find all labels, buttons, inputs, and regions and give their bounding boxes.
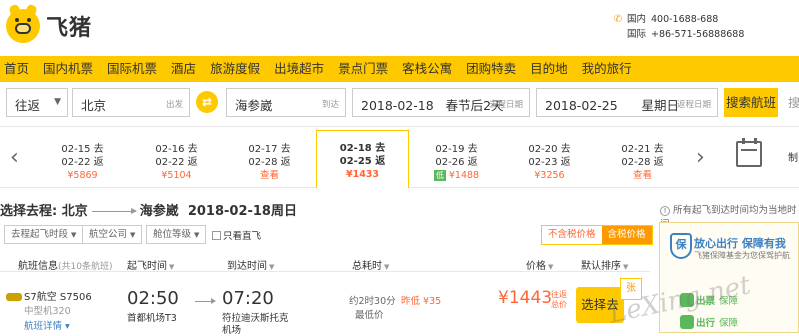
contact-info: ✆ 国内 400-1688-688 国际 +86-571-56888688 xyxy=(612,12,745,42)
domestic-label: 国内 xyxy=(627,14,647,25)
arrow-right-icon xyxy=(195,298,216,304)
pig-logo-icon xyxy=(6,3,40,43)
travel-icon xyxy=(680,315,694,329)
depart-date-field[interactable]: 2018-02-18 春节后2天 去程日期 xyxy=(352,88,530,117)
duration-label: 最低价 xyxy=(355,310,384,321)
price-toggle: 不含税价格 含税价格 xyxy=(541,225,653,245)
nav-item-hotels[interactable]: 酒店 xyxy=(164,56,203,82)
airline-logo-icon xyxy=(6,293,22,301)
date-option[interactable]: 02-20 去 02-23 返 ¥3256 xyxy=(503,133,596,185)
filter-airline[interactable]: 航空公司 ▼ xyxy=(82,225,143,244)
from-city-field[interactable]: 北京 出发 xyxy=(72,88,190,117)
chevron-left-icon[interactable]: ‹ xyxy=(10,145,19,170)
select-outbound-button[interactable]: 选择去程 xyxy=(576,287,624,323)
depart-airport: 首都机场T3 xyxy=(127,313,177,324)
date-option[interactable]: 02-17 去 02-28 返 查看 xyxy=(223,133,316,185)
depart-date-value: 2018-02-18 春节后2天 xyxy=(361,98,504,113)
excl-tax-toggle[interactable]: 不含税价格 xyxy=(542,226,602,244)
depart-time: 02:50 xyxy=(127,288,179,309)
to-city-field[interactable]: 海参崴 到达 xyxy=(226,88,346,117)
col-sort[interactable]: 默认排序 ▼ xyxy=(581,257,628,272)
ad-title: 放心出行 保障有我 xyxy=(694,237,786,250)
table-row: S7航空 S7506 中型机320 航班详情 ▾ 02:50 首都机场T3 07… xyxy=(0,278,650,336)
table-header: 航班信息(共10条航班) 起飞时间 ▼ 到达时间 ▼ 总耗时 ▼ 价格 ▼ 默认排序 ▼ xyxy=(0,254,650,272)
more-link[interactable]: 搜 xyxy=(788,94,799,111)
col-info: 航班信息(共10条航班) xyxy=(18,261,113,272)
calendar-label[interactable]: 制 xyxy=(788,149,798,164)
aircraft: 中型机320 xyxy=(24,306,71,317)
nav-item-domestic-flights[interactable]: 国内机票 xyxy=(36,56,100,82)
chevron-down-icon: ▼ xyxy=(71,231,77,239)
nav-item-outbound[interactable]: 出境超市 xyxy=(267,56,331,82)
from-city-value: 北京 xyxy=(81,98,107,113)
route-heading: 选择去程: 北京 海参崴 2018-02-18周日 xyxy=(0,204,297,219)
ad-subtitle: 飞猪保障基金为您保驾护航 xyxy=(694,251,790,260)
nav-item-my-trips[interactable]: 我的旅行 xyxy=(575,56,639,82)
calendar-icon[interactable] xyxy=(736,138,762,167)
shield-icon: 保 xyxy=(670,233,692,259)
nav-item-intl-flights[interactable]: 国际机票 xyxy=(100,56,164,82)
search-button[interactable]: 搜索航班 xyxy=(724,88,778,117)
ticket-icon xyxy=(680,293,694,307)
to-city-value: 海参崴 xyxy=(235,98,273,113)
return-date-value: 2018-02-25 星期日 xyxy=(545,98,680,113)
site-header: 飞猪 ✆ 国内 400-1688-688 国际 +86-571-56888688 xyxy=(0,0,799,56)
nav-item-deals[interactable]: 团购特卖 xyxy=(459,56,523,82)
chevron-right-icon[interactable]: › xyxy=(696,145,705,170)
ad-row-travel: 出行 保障 xyxy=(680,315,738,329)
trip-type-select[interactable]: 往返 ▼ xyxy=(6,88,68,117)
filter-cabin[interactable]: 舱位等级 ▼ xyxy=(146,225,207,244)
swap-icon[interactable]: ⇄ xyxy=(196,91,218,113)
col-depart[interactable]: 起飞时间 ▼ xyxy=(127,257,174,272)
incl-tax-toggle[interactable]: 含税价格 xyxy=(601,226,652,244)
search-bar: 往返 ▼ 北京 出发 ⇄ 海参崴 到达 2018-02-18 春节后2天 去程日… xyxy=(0,88,799,118)
arrow-right-icon xyxy=(91,208,137,214)
chevron-down-icon: ▼ xyxy=(130,231,136,239)
date-option[interactable]: 02-19 去 02-26 返 低 ¥1488 xyxy=(410,133,503,185)
chevron-down-icon: ▼ xyxy=(54,97,61,107)
main-nav: 首页 国内机票 国际机票 酒店 旅游度假 出境超市 景点门票 客栈公寓 团购特卖… xyxy=(0,56,799,82)
intl-label: 国际 xyxy=(627,29,647,40)
info-icon: ! xyxy=(660,206,670,216)
trip-type-value: 往返 xyxy=(15,98,41,113)
brand-logo[interactable]: 飞猪 xyxy=(6,3,93,43)
intl-phone: +86-571-56888688 xyxy=(651,29,745,40)
nav-item-home[interactable]: 首页 xyxy=(0,56,36,82)
date-strip: ‹ 02-15 去 02-22 返 ¥5869 02-16 去 02-22 返 ¥5… xyxy=(0,126,799,188)
nav-item-destinations[interactable]: 目的地 xyxy=(523,56,575,82)
flight-price: ¥1443 xyxy=(498,288,553,308)
guarantee-ad[interactable]: 保 放心出行 保障有我 飞猪保障基金为您保驾护航 出票 保障 出行 保障 xyxy=(659,222,799,333)
date-option[interactable]: 02-21 去 02-28 返 查看 xyxy=(596,133,689,185)
domestic-phone: 400-1688-688 xyxy=(651,14,719,25)
nav-item-tickets[interactable]: 景点门票 xyxy=(331,56,395,82)
direct-only-checkbox[interactable]: 只看直飞 xyxy=(212,228,261,242)
airline-name: S7航空 S7506 xyxy=(24,292,92,303)
price-note: 往返总价 xyxy=(551,290,567,309)
return-label: 返程日期 xyxy=(676,100,711,110)
chevron-down-icon: ▼ xyxy=(194,231,200,239)
brand-name: 飞猪 xyxy=(46,16,93,41)
col-price[interactable]: 价格 ▼ xyxy=(526,257,553,272)
arrive-time: 07:20 xyxy=(222,288,274,309)
return-date-field[interactable]: 2018-02-25 星期日 返程日期 xyxy=(536,88,718,117)
to-label: 到达 xyxy=(321,100,339,110)
arrive-airport-2: 机场 xyxy=(222,325,242,336)
nav-item-vacations[interactable]: 旅游度假 xyxy=(203,56,267,82)
nav-item-inns[interactable]: 客栈公寓 xyxy=(395,56,459,82)
date-option-selected[interactable]: 02-18 去 02-25 返 ¥1433 xyxy=(316,130,409,188)
yesterday-low: 昨低 ¥35 xyxy=(401,296,442,307)
from-label: 出发 xyxy=(165,100,183,110)
col-duration[interactable]: 总耗时 ▼ xyxy=(352,257,389,272)
ticket-tag: 张 xyxy=(620,278,642,300)
depart-label: 去程日期 xyxy=(488,100,523,110)
filter-depart-time[interactable]: 去程起飞时段 ▼ xyxy=(4,225,84,244)
phone-icon: ✆ xyxy=(613,14,623,25)
date-option[interactable]: 02-16 去 02-22 返 ¥5104 xyxy=(130,133,223,185)
ad-row-ticketing: 出票 保障 xyxy=(680,293,738,307)
duration: 约2时30分 xyxy=(349,296,396,307)
col-arrive[interactable]: 到达时间 ▼ xyxy=(227,257,274,272)
flight-details-link[interactable]: 航班详情 ▾ xyxy=(24,318,70,332)
lowest-badge: 低 xyxy=(433,170,446,181)
date-option[interactable]: 02-15 去 02-22 返 ¥5869 xyxy=(36,133,129,185)
